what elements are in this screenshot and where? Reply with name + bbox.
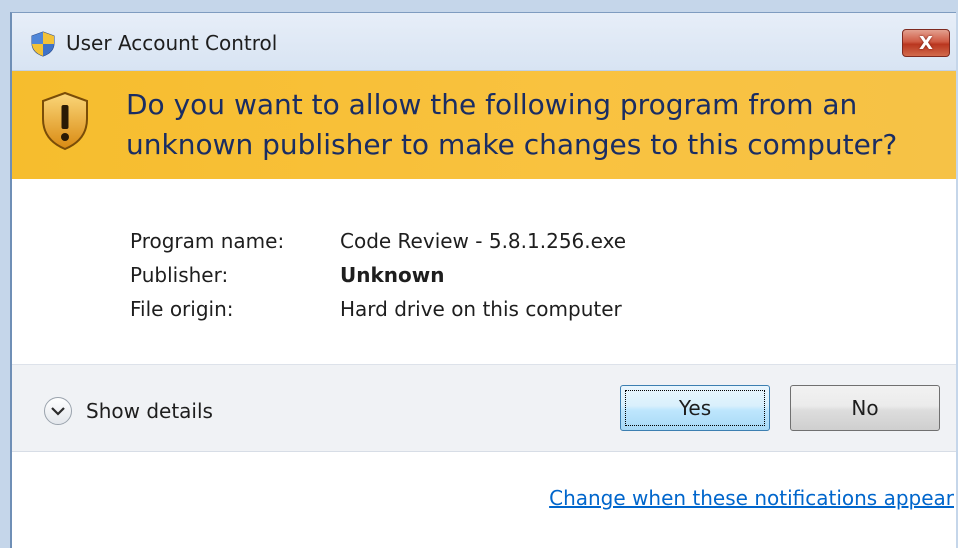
yes-button[interactable]: Yes	[620, 385, 770, 431]
publisher-label: Publisher:	[130, 263, 229, 287]
background-frame: User Account Control X Do you want to al…	[0, 0, 958, 548]
no-button-label: No	[851, 396, 879, 420]
file-origin-label: File origin:	[130, 297, 234, 321]
warning-shield-icon	[40, 91, 90, 151]
close-button[interactable]: X	[902, 29, 950, 57]
chevron-down-icon[interactable]	[44, 397, 72, 425]
program-info: Program name: Code Review - 5.8.1.256.ex…	[12, 179, 956, 364]
uac-shield-icon	[30, 31, 56, 57]
no-button[interactable]: No	[790, 385, 940, 431]
publisher-value: Unknown	[340, 263, 445, 287]
prompt-question: Do you want to allow the following progr…	[126, 88, 898, 161]
window-title: User Account Control	[66, 31, 278, 55]
show-details-toggle[interactable]: Show details	[44, 397, 213, 425]
file-origin-value: Hard drive on this computer	[340, 297, 622, 321]
warning-banner: Do you want to allow the following progr…	[12, 71, 956, 179]
change-notifications-link[interactable]: Change when these notifications appear	[549, 486, 954, 510]
title-bar: User Account Control X	[12, 13, 956, 71]
program-name-label: Program name:	[130, 229, 285, 253]
button-bar: Show details Yes No	[12, 364, 956, 452]
uac-dialog: User Account Control X Do you want to al…	[10, 12, 956, 548]
show-details-label[interactable]: Show details	[86, 399, 213, 423]
footer: Change when these notifications appear	[12, 452, 956, 548]
focus-ring	[625, 390, 765, 426]
program-name-value: Code Review - 5.8.1.256.exe	[340, 229, 627, 253]
close-icon: X	[919, 32, 933, 54]
